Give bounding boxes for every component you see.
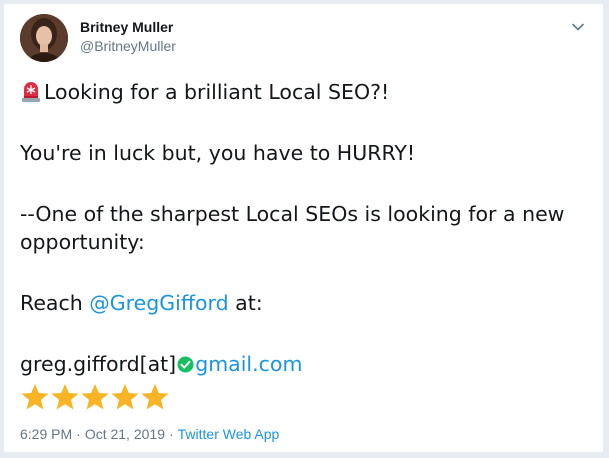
star-icon: [81, 384, 109, 410]
tweet-line-2: You're in luck but, you have to HURRY!: [20, 141, 416, 165]
author-display-name[interactable]: Britney Muller: [80, 19, 173, 35]
meta-separator: ·: [76, 426, 81, 442]
star-icon: [111, 384, 139, 410]
tweet-time[interactable]: 6:29 PM: [20, 426, 72, 442]
tweet-text: Looking for a brilliant Local SEO?! You'…: [20, 78, 590, 378]
email-prefix: greg.gifford[at]: [20, 352, 177, 376]
tweet-metadata: 6:29 PM · Oct 21, 2019 · Twitter Web App: [20, 426, 279, 442]
mention-link[interactable]: @GregGifford: [89, 291, 228, 315]
author-handle[interactable]: @BritneyMuller: [80, 38, 176, 54]
tweet-card: Britney Muller @BritneyMuller Looking fo…: [3, 3, 604, 453]
avatar[interactable]: [20, 14, 68, 62]
gmail-link[interactable]: gmail.com: [195, 352, 302, 376]
tweet-line-4: opportunity:: [20, 230, 145, 254]
reach-suffix: at:: [228, 291, 263, 315]
check-circle-icon: [177, 352, 194, 373]
chevron-down-icon[interactable]: [571, 20, 585, 34]
star-rating: [20, 382, 170, 412]
tweet-line-5: Reach @GregGifford at:: [20, 289, 590, 317]
police-light-icon: [20, 79, 42, 103]
tweet-date[interactable]: Oct 21, 2019: [85, 426, 165, 442]
tweet-source[interactable]: Twitter Web App: [178, 426, 280, 442]
tweet-line-1: Looking for a brilliant Local SEO?!: [20, 78, 590, 106]
star-icon: [51, 384, 79, 410]
star-icon: [141, 384, 169, 410]
meta-separator: ·: [168, 426, 174, 442]
tweet-line-3: --One of the sharpest Local SEOs is look…: [20, 202, 565, 226]
star-icon: [21, 384, 49, 410]
tweet-line-1-text: Looking for a brilliant Local SEO?!: [44, 80, 390, 104]
tweet-line-6: greg.gifford[at] gmail.com: [20, 350, 590, 378]
reach-prefix: Reach: [20, 291, 90, 315]
